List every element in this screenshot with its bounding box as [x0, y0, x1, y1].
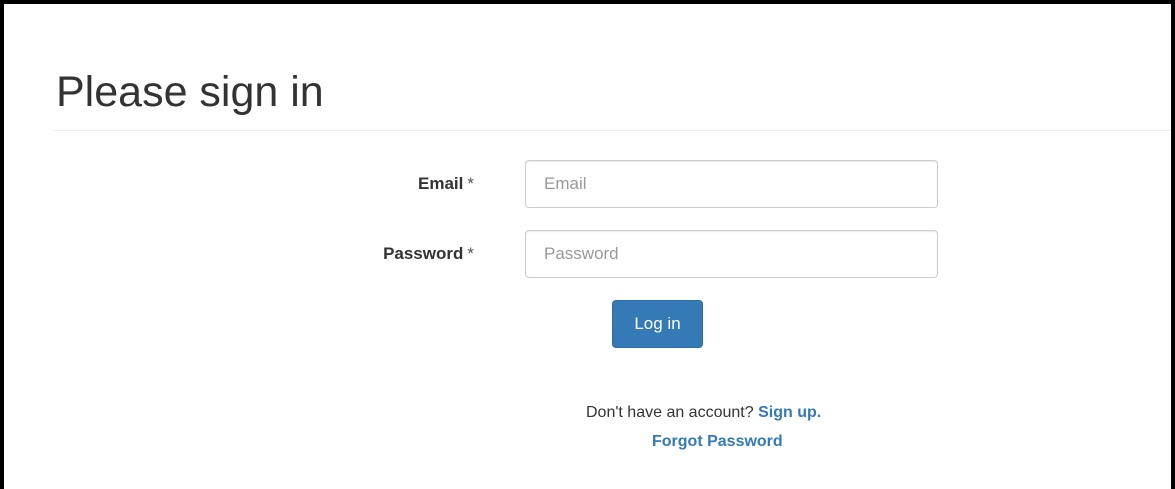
password-required-mark: * [467, 244, 474, 263]
password-label-text: Password [383, 244, 464, 263]
signup-prompt-text: Don't have an account? [586, 404, 754, 421]
forgot-password-link[interactable]: Forgot Password [652, 433, 783, 450]
login-button[interactable]: Log in [612, 300, 703, 348]
signup-prompt-group: Don't have an account? Sign up. [586, 402, 821, 424]
password-form-row: Password * [4, 230, 1175, 278]
email-required-mark: * [467, 174, 474, 193]
page-header: Please sign in [52, 60, 1171, 131]
password-label: Password * [383, 230, 474, 278]
email-label-text: Email [418, 174, 464, 193]
signup-link[interactable]: Sign up. [758, 404, 821, 421]
page-frame: Please sign in Email* Password* Log in D… [0, 0, 1175, 489]
forgot-password-line: Forgot Password [652, 431, 783, 453]
password-input[interactable] [525, 230, 938, 278]
page-title: Please sign in [56, 68, 324, 116]
email-label: Email * [418, 160, 474, 208]
email-form-row: Email * [4, 160, 1175, 208]
email-input[interactable] [525, 160, 938, 208]
